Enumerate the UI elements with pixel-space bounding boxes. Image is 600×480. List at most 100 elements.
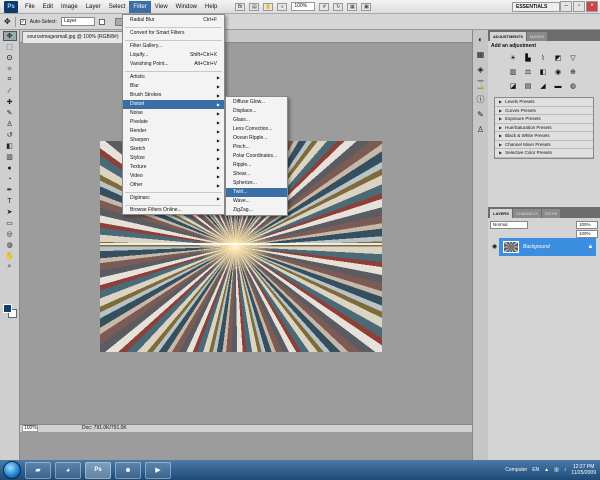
clone-stamp-tool-icon[interactable]: ♙ — [3, 119, 17, 129]
menu-edit[interactable]: Edit — [39, 1, 57, 13]
color-balance-icon[interactable]: ⚖ — [523, 68, 533, 77]
zoom-level-select[interactable]: 100% — [291, 2, 316, 11]
taskbar-media-player[interactable]: ▶ — [145, 461, 171, 479]
language-indicator[interactable]: EN — [532, 467, 539, 473]
menu-item-stylize[interactable]: Stylize ▶ — [123, 154, 224, 163]
magic-wand-tool-icon[interactable]: ✧ — [3, 64, 17, 74]
submenu-item-pinch[interactable]: Pinch... — [226, 143, 287, 152]
3d-rotate-tool-icon[interactable]: ◎ — [3, 229, 17, 239]
list-item[interactable]: ▶ Curves Presets — [495, 107, 593, 115]
list-item[interactable]: ▶ Hue/Saturation Presets — [495, 124, 593, 132]
clone-source-panel-icon[interactable]: ♙ — [476, 125, 486, 135]
zoom-tool-icon[interactable]: ⌕ — [277, 2, 288, 11]
status-zoom-field[interactable]: 100% — [22, 425, 38, 432]
menu-item-video[interactable]: Video ▶ — [123, 172, 224, 181]
dodge-tool-icon[interactable]: ◔ — [3, 174, 17, 184]
eyedropper-tool-icon[interactable]: ⁄ — [3, 86, 17, 96]
opacity-field[interactable]: 100% — [576, 221, 598, 229]
menu-filter[interactable]: Filter — [129, 0, 151, 13]
menu-item-other[interactable]: Other ▶ — [123, 181, 224, 190]
menu-view[interactable]: View — [151, 1, 172, 13]
menu-help[interactable]: Help — [201, 1, 221, 13]
crop-tool-icon[interactable]: ⌗ — [3, 75, 17, 85]
submenu-item-wave[interactable]: Wave... — [226, 197, 287, 206]
vibrance-icon[interactable]: ▽ — [568, 54, 578, 63]
lasso-tool-icon[interactable]: ʘ — [3, 53, 17, 63]
auto-select-checkbox[interactable]: ✓ — [19, 18, 26, 25]
maximize-icon[interactable]: ▫ — [573, 1, 585, 12]
styles-panel-icon[interactable]: ◈ — [476, 65, 486, 75]
color-panel-icon[interactable]: ◐ — [476, 35, 486, 45]
minimize-icon[interactable]: – — [560, 1, 572, 12]
zoom-tool-icon[interactable]: ⌕ — [3, 262, 17, 272]
invert-icon[interactable]: ◪ — [508, 82, 518, 91]
list-item[interactable]: ▶ Exposure Presets — [495, 115, 593, 124]
tab-paths[interactable]: PATHS — [541, 209, 561, 218]
clock[interactable]: 12:27 PM 11/25/2009 — [571, 464, 596, 476]
selective-color-icon[interactable]: ◍ — [568, 82, 578, 91]
bridge-icon[interactable]: Br — [235, 2, 246, 11]
channel-mixer-icon[interactable]: ⊕ — [568, 68, 578, 77]
submenu-item-ripple[interactable]: Ripple... — [226, 161, 287, 170]
menu-item-filter-gallery[interactable]: Filter Gallery... — [123, 42, 224, 51]
menu-file[interactable]: File — [21, 1, 39, 13]
menu-item-brush-strokes[interactable]: Brush Strokes ▶ — [123, 91, 224, 100]
list-item[interactable]: ▶ Levels Presets — [495, 98, 593, 107]
menu-window[interactable]: Window — [172, 1, 201, 13]
submenu-item-twirl[interactable]: Twirl... — [226, 188, 287, 198]
menu-layer[interactable]: Layer — [82, 1, 105, 13]
rotate-view-icon[interactable]: ↻ — [333, 2, 344, 11]
submenu-item-displace[interactable]: Displace... — [226, 107, 287, 116]
menu-item-noise[interactable]: Noise ▶ — [123, 109, 224, 118]
list-item[interactable]: ▶ Selective Color Presets — [495, 149, 593, 158]
network-icon[interactable]: ▥ — [554, 467, 559, 473]
grid-icon[interactable]: # — [319, 2, 330, 11]
levels-icon[interactable]: ▙ — [523, 54, 533, 63]
3d-orbit-tool-icon[interactable]: ◍ — [3, 240, 17, 250]
eye-icon[interactable]: ◉ — [490, 238, 499, 256]
computer-label[interactable]: Computer — [505, 467, 527, 473]
taskbar-chrome[interactable]: ◕ — [55, 461, 81, 479]
info-panel-icon[interactable]: ⓘ — [476, 95, 486, 105]
submenu-item-zigzag[interactable]: ZigZag... — [226, 206, 287, 215]
pen-tool-icon[interactable]: ✒ — [3, 185, 17, 195]
mini-bridge-icon[interactable]: ▤ — [249, 2, 260, 11]
menu-item-liquify[interactable]: Liquify... Shift+Ctrl+X — [123, 51, 224, 60]
menu-select[interactable]: Select — [105, 1, 130, 13]
eraser-tool-icon[interactable]: ◧ — [3, 141, 17, 151]
swatches-panel-icon[interactable]: ▦ — [476, 50, 486, 60]
menu-item-vanishing-point[interactable]: Vanishing Point... Alt+Ctrl+V — [123, 60, 224, 69]
menu-image[interactable]: Image — [57, 1, 82, 13]
path-selection-tool-icon[interactable]: ➤ — [3, 207, 17, 217]
menu-item-radial-blur[interactable]: Radial Blur Ctrl+F — [123, 16, 224, 25]
menu-item-blur[interactable]: Blur ▶ — [123, 82, 224, 91]
history-panel-icon[interactable]: ⌛ — [476, 80, 486, 90]
brushes-panel-icon[interactable]: ✎ — [476, 110, 486, 120]
photo-filter-icon[interactable]: ◉ — [553, 68, 563, 77]
menu-item-sketch[interactable]: Sketch ▶ — [123, 145, 224, 154]
menu-item-browse-filters-online[interactable]: Browse Filters Online... — [123, 206, 224, 215]
tab-masks[interactable]: MASKS — [527, 32, 548, 41]
tab-adjustments[interactable]: ADJUSTMENTS — [490, 32, 527, 41]
menu-item-render[interactable]: Render ▶ — [123, 127, 224, 136]
layer-row-background[interactable]: ◉ Background 🔒︎ — [490, 238, 596, 256]
submenu-item-glass[interactable]: Glass... — [226, 116, 287, 125]
taskbar-messenger[interactable]: ☻ — [115, 461, 141, 479]
foreground-color-swatch[interactable] — [3, 304, 12, 313]
gradient-tool-icon[interactable]: ▥ — [3, 152, 17, 162]
start-button[interactable] — [3, 461, 21, 479]
document-tab[interactable]: sourceimagesmall.jpg @ 100% (RGB/8#) — [22, 31, 124, 43]
submenu-item-polar-coordinates[interactable]: Polar Coordinates... — [226, 152, 287, 161]
taskbar-photoshop[interactable]: Ps — [85, 461, 111, 479]
posterize-icon[interactable]: ▤ — [523, 82, 533, 91]
shape-tool-icon[interactable]: ▭ — [3, 218, 17, 228]
hand-tool-icon[interactable]: ✋ — [3, 251, 17, 261]
move-tool-icon[interactable]: ✥ — [2, 31, 17, 41]
volume-icon[interactable]: ♪ — [564, 467, 567, 473]
workspace-switcher[interactable]: ESSENTIALS — [512, 2, 560, 12]
close-icon[interactable]: × — [586, 1, 598, 12]
menu-item-convert-smart-filters[interactable]: Convert for Smart Filters — [123, 29, 224, 38]
hand-icon[interactable]: ✋ — [263, 2, 274, 11]
menu-item-sharpen[interactable]: Sharpen ▶ — [123, 136, 224, 145]
submenu-item-ocean-ripple[interactable]: Ocean Ripple... — [226, 134, 287, 143]
